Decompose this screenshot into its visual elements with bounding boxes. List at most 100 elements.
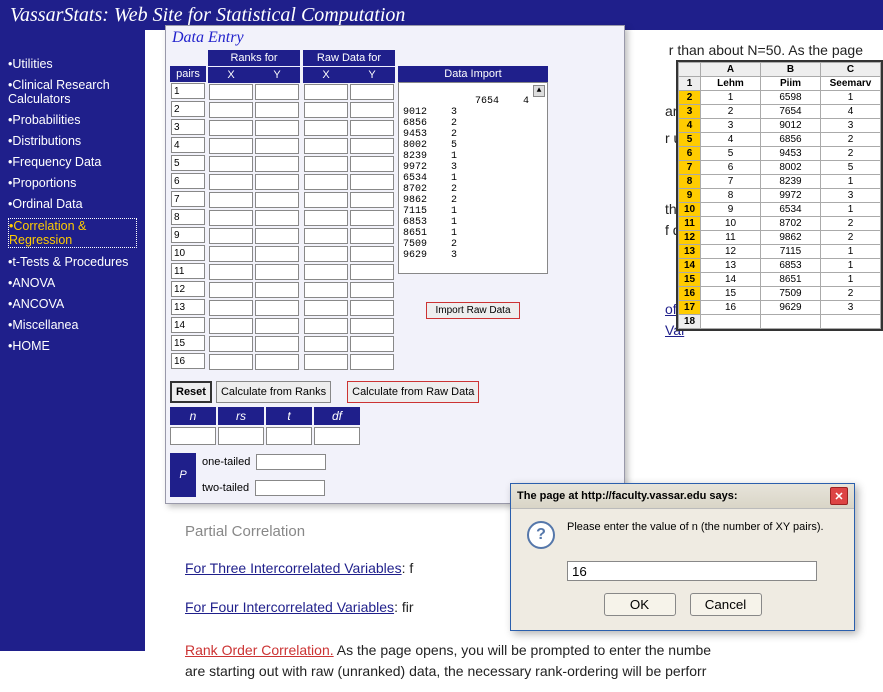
rawy-input[interactable]	[350, 264, 394, 280]
pairs-col-input[interactable]	[171, 137, 205, 153]
rawx-input[interactable]	[304, 264, 348, 280]
rawx-input[interactable]	[304, 102, 348, 118]
ranksx-input[interactable]	[209, 174, 253, 190]
rawx-input[interactable]	[304, 300, 348, 316]
stat-t-input[interactable]	[266, 427, 312, 445]
rawx-input[interactable]	[304, 156, 348, 172]
ranksy-input[interactable]	[255, 120, 299, 136]
ranksy-input[interactable]	[255, 246, 299, 262]
ranksy-input[interactable]	[255, 156, 299, 172]
sidebar-item-home[interactable]: •HOME	[8, 339, 137, 353]
ranksx-input[interactable]	[209, 192, 253, 208]
calc-ranks-button[interactable]: Calculate from Ranks	[216, 381, 331, 403]
ranksy-input[interactable]	[255, 102, 299, 118]
rawx-input[interactable]	[304, 210, 348, 226]
rawy-input[interactable]	[350, 102, 394, 118]
pairs-col-input[interactable]	[171, 281, 205, 297]
ranksx-input[interactable]	[209, 228, 253, 244]
pairs-col-input[interactable]	[171, 83, 205, 99]
rawy-input[interactable]	[350, 318, 394, 334]
rawx-input[interactable]	[304, 336, 348, 352]
sidebar-item-anova[interactable]: •ANOVA	[8, 276, 137, 290]
sidebar-item-misc[interactable]: •Miscellanea	[8, 318, 137, 332]
rawx-input[interactable]	[304, 138, 348, 154]
ranksx-input[interactable]	[209, 156, 253, 172]
rawy-input[interactable]	[350, 354, 394, 370]
reset-button[interactable]: Reset	[170, 381, 212, 403]
rawy-input[interactable]	[350, 300, 394, 316]
ranksy-input[interactable]	[255, 138, 299, 154]
pairs-col-input[interactable]	[171, 227, 205, 243]
close-icon[interactable]: ✕	[830, 487, 848, 505]
sidebar-item-ancova[interactable]: •ANCOVA	[8, 297, 137, 311]
stat-n-input[interactable]	[170, 427, 216, 445]
ranksy-input[interactable]	[255, 300, 299, 316]
ranksy-input[interactable]	[255, 282, 299, 298]
rawy-input[interactable]	[350, 192, 394, 208]
dialog-input[interactable]	[567, 561, 817, 581]
ranksx-input[interactable]	[209, 354, 253, 370]
pairs-col-input[interactable]	[171, 299, 205, 315]
ranksy-input[interactable]	[255, 84, 299, 100]
ranksy-input[interactable]	[255, 192, 299, 208]
ranksy-input[interactable]	[255, 210, 299, 226]
ranksx-input[interactable]	[209, 336, 253, 352]
import-raw-button[interactable]: Import Raw Data	[426, 302, 519, 319]
ranksy-input[interactable]	[255, 318, 299, 334]
rawx-input[interactable]	[304, 228, 348, 244]
rawy-input[interactable]	[350, 336, 394, 352]
link-rank-order[interactable]: Rank Order Correlation.	[185, 642, 334, 658]
pairs-col-input[interactable]	[171, 191, 205, 207]
pairs-col-input[interactable]	[171, 101, 205, 117]
sidebar-item-correlation[interactable]: •Correlation & Regression	[8, 218, 137, 248]
import-textarea[interactable]: 7654 4 9012 3 6856 2 9453 2 8002 5 8239 …	[398, 82, 548, 274]
rawy-input[interactable]	[350, 174, 394, 190]
two-tailed-input[interactable]	[255, 480, 325, 496]
one-tailed-input[interactable]	[256, 454, 326, 470]
sidebar-item-ttests[interactable]: •t-Tests & Procedures	[8, 255, 137, 269]
stat-df-input[interactable]	[314, 427, 360, 445]
ranksy-input[interactable]	[255, 228, 299, 244]
calc-raw-button[interactable]: Calculate from Raw Data	[347, 381, 479, 403]
pairs-col-input[interactable]	[171, 155, 205, 171]
ranksy-input[interactable]	[255, 354, 299, 370]
rawx-input[interactable]	[304, 174, 348, 190]
ok-button[interactable]: OK	[604, 593, 676, 616]
rawx-input[interactable]	[304, 318, 348, 334]
sidebar-item-distributions[interactable]: •Distributions	[8, 134, 137, 148]
sidebar-item-clinical[interactable]: •Clinical Research Calculators	[8, 78, 137, 106]
rawy-input[interactable]	[350, 84, 394, 100]
sidebar-item-frequency[interactable]: •Frequency Data	[8, 155, 137, 169]
ranksx-input[interactable]	[209, 282, 253, 298]
pairs-col-input[interactable]	[171, 245, 205, 261]
link-three-vars[interactable]: For Three Intercorrelated Variables	[185, 558, 402, 579]
ranksx-input[interactable]	[209, 318, 253, 334]
ranksx-input[interactable]	[209, 246, 253, 262]
ranksy-input[interactable]	[255, 264, 299, 280]
rawx-input[interactable]	[304, 192, 348, 208]
rawy-input[interactable]	[350, 282, 394, 298]
sidebar-item-ordinal[interactable]: •Ordinal Data	[8, 197, 137, 211]
scroll-up-icon[interactable]: ▲	[533, 85, 545, 97]
pairs-col-input[interactable]	[171, 335, 205, 351]
rawy-input[interactable]	[350, 228, 394, 244]
sidebar-item-probabilities[interactable]: •Probabilities	[8, 113, 137, 127]
ranksy-input[interactable]	[255, 336, 299, 352]
pairs-col-input[interactable]	[171, 353, 205, 369]
ranksx-input[interactable]	[209, 138, 253, 154]
stat-rs-input[interactable]	[218, 427, 264, 445]
rawy-input[interactable]	[350, 156, 394, 172]
rawy-input[interactable]	[350, 138, 394, 154]
ranksx-input[interactable]	[209, 300, 253, 316]
rawy-input[interactable]	[350, 246, 394, 262]
rawx-input[interactable]	[304, 282, 348, 298]
rawx-input[interactable]	[304, 120, 348, 136]
sidebar-item-utilities[interactable]: •Utilities	[8, 57, 137, 71]
pairs-col-input[interactable]	[171, 173, 205, 189]
cancel-button[interactable]: Cancel	[690, 593, 762, 616]
pairs-col-input[interactable]	[171, 263, 205, 279]
rawx-input[interactable]	[304, 354, 348, 370]
ranksx-input[interactable]	[209, 264, 253, 280]
rawx-input[interactable]	[304, 84, 348, 100]
ranksx-input[interactable]	[209, 210, 253, 226]
